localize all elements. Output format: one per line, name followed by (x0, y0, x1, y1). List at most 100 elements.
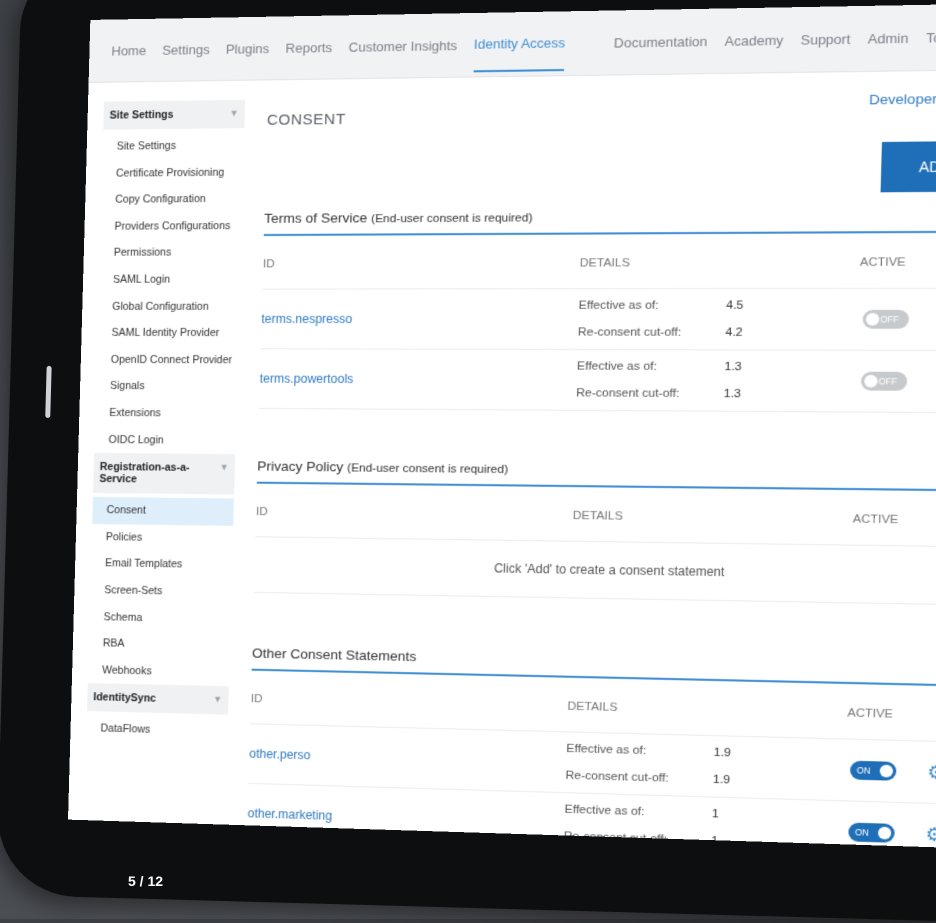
sidebar-item[interactable]: SAML Identity Provider (97, 320, 239, 347)
section-title-text: Privacy Policy (257, 458, 344, 475)
gear-icon[interactable]: ⚙ (927, 762, 936, 784)
recut-value: 4.2 (725, 326, 743, 339)
consent-details: Effective as of: 1.9 Re-consent cut-off: 1… (565, 735, 846, 797)
nav-tools[interactable]: Tools (926, 29, 936, 45)
sidebar-item[interactable]: Certificate Provisioning (102, 159, 244, 187)
col-id-header: ID (262, 258, 275, 271)
nav-academy[interactable]: Academy (724, 32, 783, 49)
effective-label: Effective as of: (576, 360, 658, 374)
top-navigation: Home Settings Plugins Reports Customer I… (88, 3, 936, 83)
col-details-header: DETAILS (567, 700, 618, 715)
section-note: (End-user consent is required) (347, 462, 509, 477)
sidebar-group-raas[interactable]: Registration-as-a-Service ▼ (93, 453, 236, 495)
recut-label: Re-consent cut-off: (563, 830, 668, 846)
consent-details: Effective as of: 1.3 Re-consent cut-off: 1… (576, 353, 858, 408)
nav-documentation[interactable]: Documentation (614, 33, 708, 50)
sidebar-item[interactable]: RBA (89, 630, 231, 660)
col-id-header: ID (255, 505, 268, 519)
nav-identity-access[interactable]: Identity Access (473, 34, 566, 72)
recut-value: 1.9 (712, 773, 731, 787)
consent-id-link[interactable]: terms.nespresso (261, 312, 578, 326)
app-screen: Home Settings Plugins Reports Customer I… (68, 3, 936, 850)
other-consent-section: Other Consent Statements ID DETAILS ACTI… (246, 645, 936, 850)
active-cell: OFF ⚙ (858, 309, 936, 329)
main-content: CONSENT Developer's Guide ADD Terms of S… (246, 90, 936, 850)
tablet-frame: Home Settings Plugins Reports Customer I… (0, 0, 936, 923)
recut-label: Re-consent cut-off: (576, 387, 680, 401)
active-cell: OFF ⚙ (856, 371, 936, 391)
privacy-policy-section: Privacy Policy (End-user consent is requ… (253, 458, 936, 606)
col-active-header: ACTIVE (847, 707, 894, 721)
sidebar-item[interactable]: Policies (92, 524, 234, 553)
gear-icon[interactable]: ⚙ (925, 824, 936, 846)
nav-settings[interactable]: Settings (162, 41, 210, 57)
sidebar-item[interactable]: Site Settings (102, 132, 244, 160)
recut-value: 1.3 (723, 387, 742, 401)
consent-details: Effective as of: 4.5 Re-consent cut-off: 4… (578, 292, 860, 347)
section-note: (End-user consent is required) (370, 212, 533, 226)
tablet-home-button (45, 365, 52, 418)
chevron-down-icon: ▼ (229, 108, 239, 119)
sidebar-item[interactable]: Webhooks (88, 657, 230, 687)
sidebar-item[interactable]: Schema (89, 603, 231, 632)
sidebar-item[interactable]: Permissions (99, 240, 241, 267)
sidebar-item[interactable]: Signals (96, 373, 238, 400)
sidebar-item[interactable]: Extensions (95, 400, 237, 428)
effective-value: 1.9 (713, 746, 732, 760)
sidebar-group-label: Registration-as-a-Service (99, 461, 190, 486)
section-title-text: Other Consent Statements (251, 645, 417, 665)
sidebar: Site Settings ▼ Site Settings Certificat… (86, 99, 246, 746)
active-toggle[interactable]: OFF (862, 309, 910, 329)
sidebar-item[interactable]: OpenID Connect Provider (96, 347, 238, 374)
chevron-down-icon: ▼ (219, 462, 229, 473)
sidebar-item[interactable]: OIDC Login (94, 426, 236, 454)
developer-guide-link[interactable]: Developer's Guide (869, 90, 936, 107)
sidebar-group-site-settings[interactable]: Site Settings ▼ (103, 99, 246, 130)
page-indicator: 5 / 12 (128, 873, 164, 889)
col-details-header: DETAILS (572, 509, 623, 523)
sidebar-item[interactable]: Email Templates (91, 550, 233, 579)
sidebar-item[interactable]: SAML Login (99, 266, 241, 293)
nav-admin[interactable]: Admin (868, 30, 909, 46)
sidebar-item-consent[interactable]: Consent (92, 497, 234, 526)
col-active-header: ACTIVE (852, 513, 899, 527)
sidebar-group-identitysync[interactable]: IdentitySync ▼ (87, 683, 229, 715)
nav-support[interactable]: Support (800, 31, 850, 47)
active-toggle[interactable]: OFF (860, 371, 908, 391)
active-toggle[interactable]: ON (848, 822, 895, 843)
consent-id-link[interactable]: terms.powertools (260, 371, 577, 387)
nav-customer-insights[interactable]: Customer Insights (348, 37, 457, 54)
consent-id-link[interactable]: other.perso (249, 746, 566, 769)
sidebar-item[interactable]: Global Configuration (98, 293, 240, 320)
consent-id-link[interactable]: other.marketing (247, 806, 564, 830)
col-details-header: DETAILS (579, 257, 631, 270)
effective-value: 1.3 (724, 360, 742, 374)
recut-label: Re-consent cut-off: (577, 326, 682, 339)
effective-label: Effective as of: (566, 742, 647, 758)
sidebar-item[interactable]: Providers Configurations (100, 213, 242, 240)
sidebar-item[interactable]: Copy Configuration (101, 186, 243, 214)
nav-reports[interactable]: Reports (285, 39, 332, 55)
nav-plugins[interactable]: Plugins (226, 40, 270, 56)
col-id-header: ID (250, 692, 263, 706)
recut-value: 1 (711, 834, 719, 848)
consent-details: Effective as of: 1 Re-consent cut-off: 1 (563, 796, 844, 849)
effective-value: 1 (711, 807, 720, 821)
active-cell: ON ⚙ (846, 760, 936, 784)
terms-of-service-section: Terms of Service (End-user consent is re… (258, 206, 936, 414)
recut-label: Re-consent cut-off: (565, 769, 669, 785)
add-button[interactable]: ADD (880, 140, 936, 193)
sidebar-group-label: IdentitySync (93, 691, 157, 706)
effective-label: Effective as of: (578, 299, 659, 312)
nav-home[interactable]: Home (111, 42, 146, 58)
sidebar-item[interactable]: DataFlows (86, 715, 228, 745)
table-header: ID DETAILS ACTIVE (262, 232, 936, 290)
section-title-text: Terms of Service (263, 210, 368, 226)
sidebar-item[interactable]: Screen-Sets (90, 577, 232, 606)
active-cell: ON ⚙ (844, 822, 936, 845)
active-toggle[interactable]: ON (849, 760, 897, 781)
chevron-down-icon: ▼ (213, 694, 223, 705)
sidebar-group-label: Site Settings (109, 108, 174, 122)
empty-state-message: Click 'Add' to create a consent statemen… (253, 537, 936, 606)
table-row: terms.powertools Effective as of: 1.3 Re-… (258, 349, 936, 414)
